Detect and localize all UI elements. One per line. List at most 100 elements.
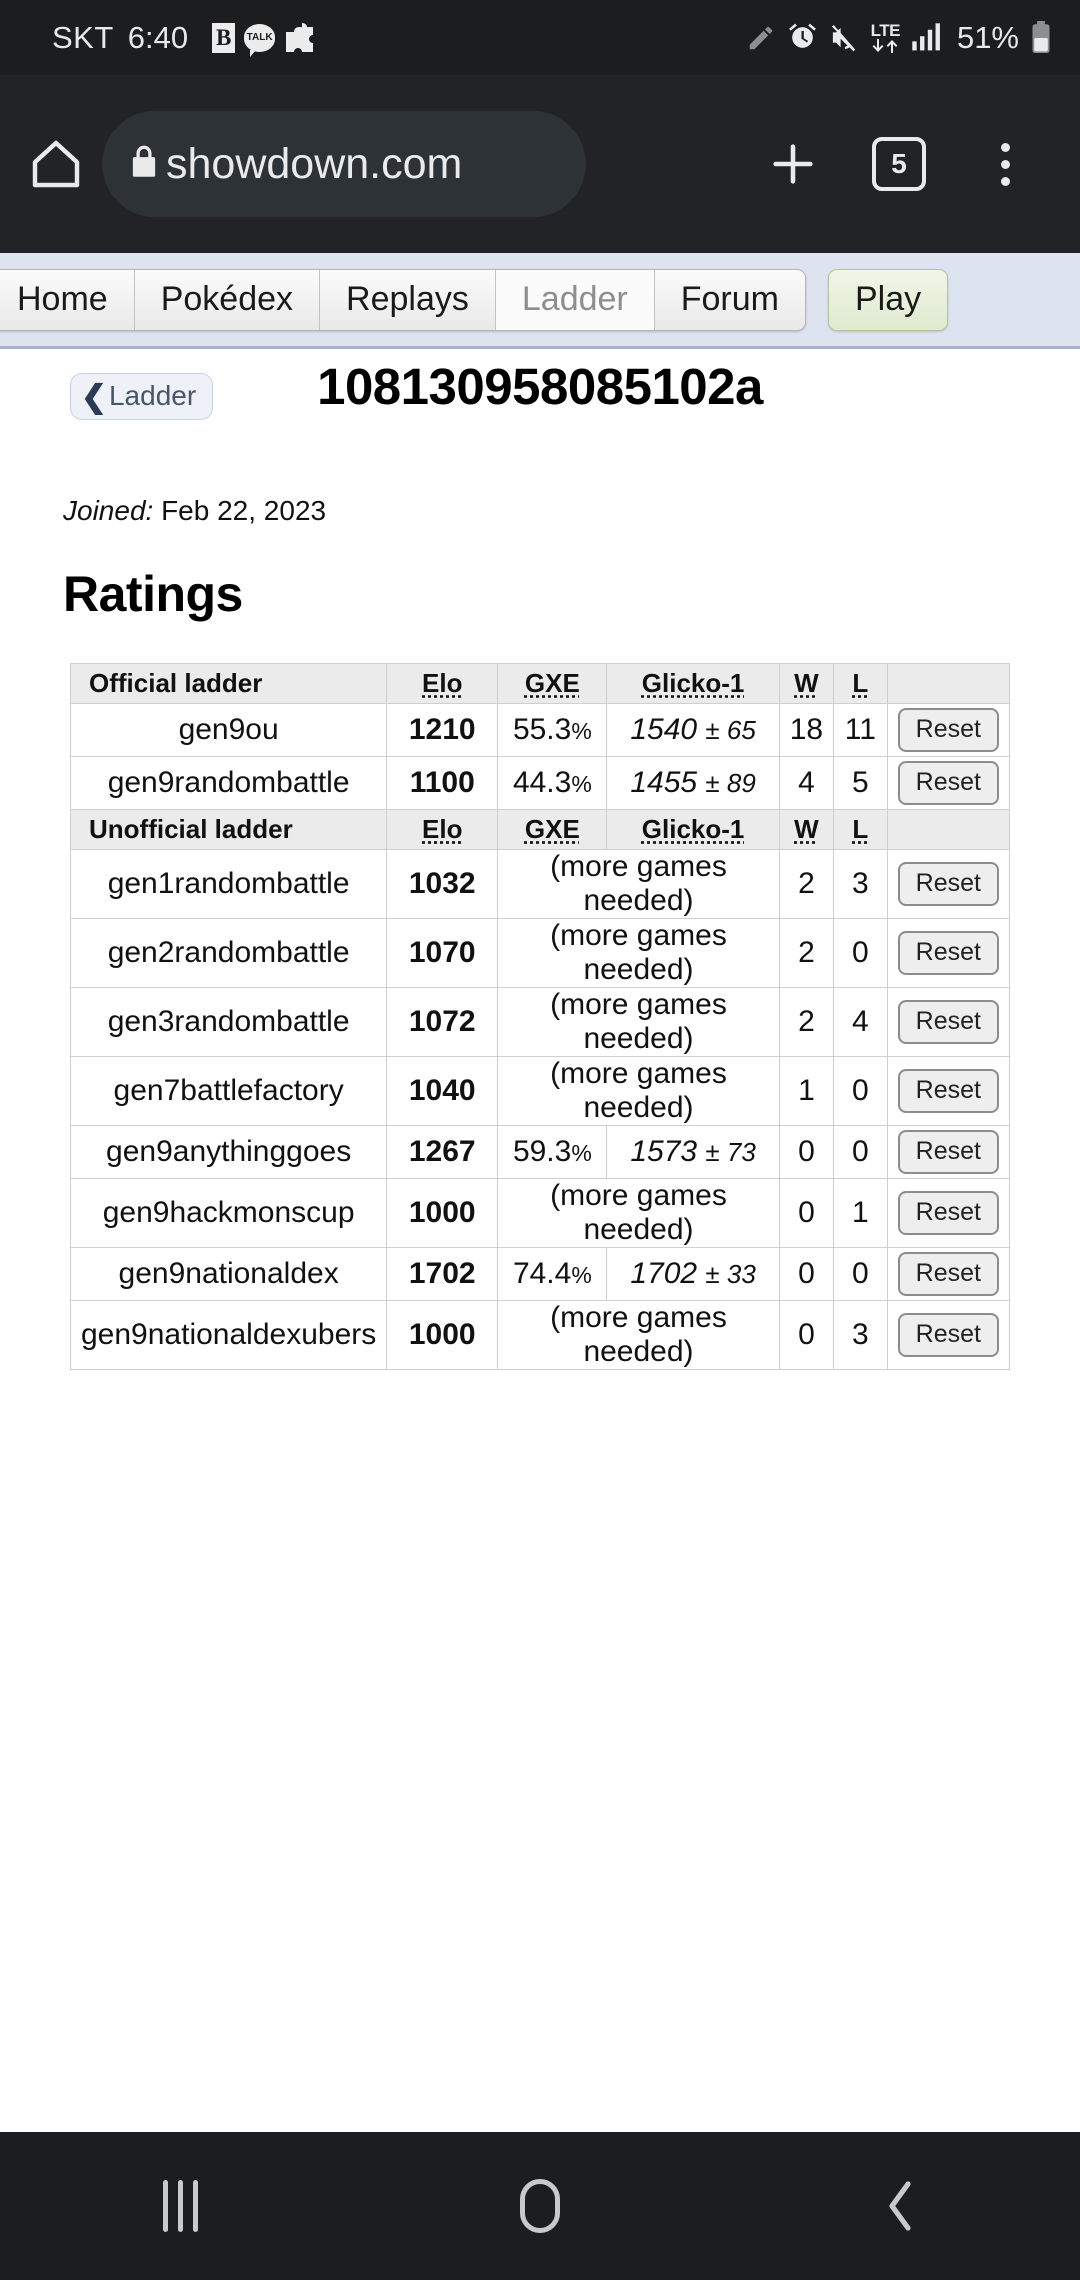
reset-cell: Reset bbox=[886, 1247, 1011, 1301]
mute-icon bbox=[829, 22, 860, 53]
losses-value: 0 bbox=[833, 1125, 888, 1179]
reset-button[interactable]: Reset bbox=[897, 761, 999, 805]
col-header-gxe: GXE bbox=[497, 663, 608, 704]
reset-button[interactable]: Reset bbox=[897, 1130, 999, 1174]
tab-switcher-button[interactable]: 5 bbox=[846, 111, 952, 217]
official-ladder-header-row: Official ladder Elo GXE Glicko-1 W L bbox=[69, 663, 1011, 704]
browser-toolbar: showdown.com 5 bbox=[0, 75, 1080, 253]
format-name[interactable]: gen7battlefactory bbox=[69, 1056, 388, 1126]
elo-value: 1070 bbox=[386, 918, 499, 988]
format-name[interactable]: gen9ou bbox=[69, 703, 388, 757]
url-bar[interactable]: showdown.com bbox=[102, 111, 586, 217]
glicko-abbr: Glicko-1 bbox=[641, 668, 745, 698]
reset-button[interactable]: Reset bbox=[897, 708, 999, 752]
reset-button[interactable]: Reset bbox=[897, 862, 999, 906]
elo-value: 1040 bbox=[386, 1056, 499, 1126]
format-name[interactable]: gen9randombattle bbox=[69, 756, 388, 810]
format-name[interactable]: gen2randombattle bbox=[69, 918, 388, 988]
more-games-needed: (more games needed) bbox=[497, 918, 780, 988]
wins-value: 0 bbox=[778, 1300, 835, 1370]
glicko-deviation: ± 89 bbox=[705, 768, 756, 798]
phone-screen: SKT 6:40 B TALK LTE 51% showdown.com 5 H… bbox=[0, 0, 1080, 2280]
gxe-abbr: GXE bbox=[524, 668, 580, 698]
nav-tab-forum[interactable]: Forum bbox=[654, 269, 805, 330]
more-games-needed: (more games needed) bbox=[497, 1300, 780, 1370]
gxe-value: 55.3% bbox=[497, 703, 608, 757]
table-row: gen2randombattle 1070 (more games needed… bbox=[69, 918, 1011, 988]
browser-menu-button[interactable] bbox=[952, 111, 1058, 217]
col-header-elo: Elo bbox=[386, 809, 499, 850]
browser-actions: 5 bbox=[740, 111, 1080, 217]
reset-cell: Reset bbox=[886, 756, 1011, 810]
nav-tab-home[interactable]: Home bbox=[0, 269, 135, 330]
glicko-deviation: ± 73 bbox=[705, 1137, 756, 1167]
nav-tab-replays[interactable]: Replays bbox=[320, 269, 496, 330]
reset-button[interactable]: Reset bbox=[897, 1000, 999, 1044]
elo-value: 1000 bbox=[386, 1178, 499, 1248]
android-recents-button[interactable] bbox=[80, 2132, 280, 2280]
gxe-abbr: GXE bbox=[524, 814, 580, 844]
status-bar-right: LTE 51% bbox=[746, 20, 1052, 56]
kakaotalk-icon: TALK bbox=[244, 23, 276, 57]
talk-glyph-label: TALK bbox=[246, 32, 273, 43]
losses-value: 0 bbox=[833, 1247, 888, 1301]
browser-home-button[interactable] bbox=[0, 136, 112, 192]
android-status-bar: SKT 6:40 B TALK LTE 51% bbox=[0, 0, 1080, 75]
glicko-value: 1540 ± 65 bbox=[606, 703, 780, 757]
gxe-value: 74.4% bbox=[497, 1247, 608, 1301]
reset-cell: Reset bbox=[886, 1300, 1011, 1370]
reset-button[interactable]: Reset bbox=[897, 1191, 999, 1235]
lock-icon bbox=[128, 144, 160, 185]
kebab-menu-icon bbox=[1000, 142, 1010, 186]
reset-button[interactable]: Reset bbox=[897, 1069, 999, 1113]
elo-abbr: Elo bbox=[422, 814, 463, 844]
gxe-value: 59.3% bbox=[497, 1125, 608, 1179]
gxe-number: 44.3 bbox=[512, 766, 572, 799]
nav-tab-pokedex[interactable]: Pokédex bbox=[134, 269, 321, 330]
reset-cell: Reset bbox=[886, 1125, 1011, 1179]
format-name[interactable]: gen1randombattle bbox=[69, 849, 388, 919]
elo-value: 1072 bbox=[386, 987, 499, 1057]
col-header-l: L bbox=[833, 809, 888, 850]
reset-button[interactable]: Reset bbox=[897, 1313, 999, 1357]
gxe-percent-sign: % bbox=[571, 1140, 592, 1166]
page-header-row: ❮ Ladder 108130958085102a bbox=[0, 352, 1080, 448]
col-header-actions bbox=[886, 809, 1011, 850]
android-back-button[interactable] bbox=[800, 2132, 1000, 2280]
play-button[interactable]: Play bbox=[827, 268, 949, 331]
puzzle-piece-icon bbox=[284, 22, 314, 54]
wins-value: 1 bbox=[778, 1056, 835, 1126]
format-name[interactable]: gen9anythinggoes bbox=[69, 1125, 388, 1179]
table-row: gen7battlefactory 1040 (more games neede… bbox=[69, 1056, 1011, 1126]
glicko-deviation: ± 65 bbox=[705, 715, 756, 745]
more-games-needed: (more games needed) bbox=[497, 1056, 780, 1126]
elo-value: 1032 bbox=[386, 849, 499, 919]
losses-value: 3 bbox=[833, 849, 888, 919]
nav-tab-ladder[interactable]: Ladder bbox=[495, 269, 655, 330]
reset-button[interactable]: Reset bbox=[897, 931, 999, 975]
glicko-value: 1702 ± 33 bbox=[606, 1247, 780, 1301]
format-name[interactable]: gen9nationaldexubers bbox=[69, 1300, 388, 1370]
format-name[interactable]: gen3randombattle bbox=[69, 987, 388, 1057]
alarm-icon bbox=[787, 22, 818, 53]
url-text: showdown.com bbox=[166, 139, 463, 188]
glicko-deviation: ± 33 bbox=[705, 1259, 756, 1289]
gxe-number: 74.4 bbox=[512, 1257, 572, 1290]
wins-value: 0 bbox=[778, 1178, 835, 1248]
losses-value: 4 bbox=[833, 987, 888, 1057]
joined-date: Feb 22, 2023 bbox=[161, 495, 327, 526]
android-navigation-bar bbox=[0, 2132, 1080, 2280]
format-name[interactable]: gen9hackmonscup bbox=[69, 1178, 388, 1248]
wins-value: 2 bbox=[778, 849, 835, 919]
new-tab-button[interactable] bbox=[740, 111, 846, 217]
losses-value: 5 bbox=[833, 756, 888, 810]
losses-value: 3 bbox=[833, 1300, 888, 1370]
col-header-w: W bbox=[778, 809, 835, 850]
reset-button[interactable]: Reset bbox=[897, 1252, 999, 1296]
format-name[interactable]: gen9nationaldex bbox=[69, 1247, 388, 1301]
glicko-number: 1702 bbox=[630, 1257, 698, 1290]
android-home-button[interactable] bbox=[440, 2132, 640, 2280]
tab-count-badge: 5 bbox=[872, 137, 926, 191]
official-ladder-label: Official ladder bbox=[69, 663, 388, 704]
col-header-elo: Elo bbox=[386, 663, 499, 704]
